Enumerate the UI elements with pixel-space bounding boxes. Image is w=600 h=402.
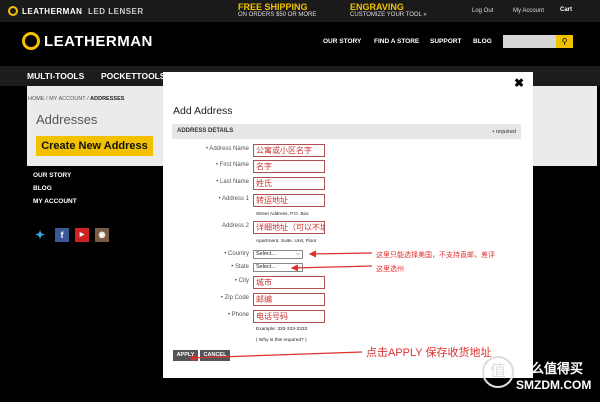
watermark-bottom-text: SMZDM.COM [516, 378, 592, 392]
country-arrow [308, 250, 373, 258]
apply-arrow [188, 351, 363, 362]
watermark-top-text: 什么值得买 [518, 361, 584, 376]
apply-annotation: 点击APPLY 保存收货地址 [366, 347, 492, 359]
state-arrow [290, 264, 373, 272]
state-annotation: 这里选州 [376, 266, 404, 273]
annotation-arrows [188, 250, 373, 362]
smzdm-logo-icon: 值 [482, 356, 514, 388]
smzdm-watermark: 值 什么值得买 SMZDM.COM [480, 348, 600, 402]
country-annotation: 这里只能选择美国，不支持直邮，差评 [376, 252, 495, 259]
